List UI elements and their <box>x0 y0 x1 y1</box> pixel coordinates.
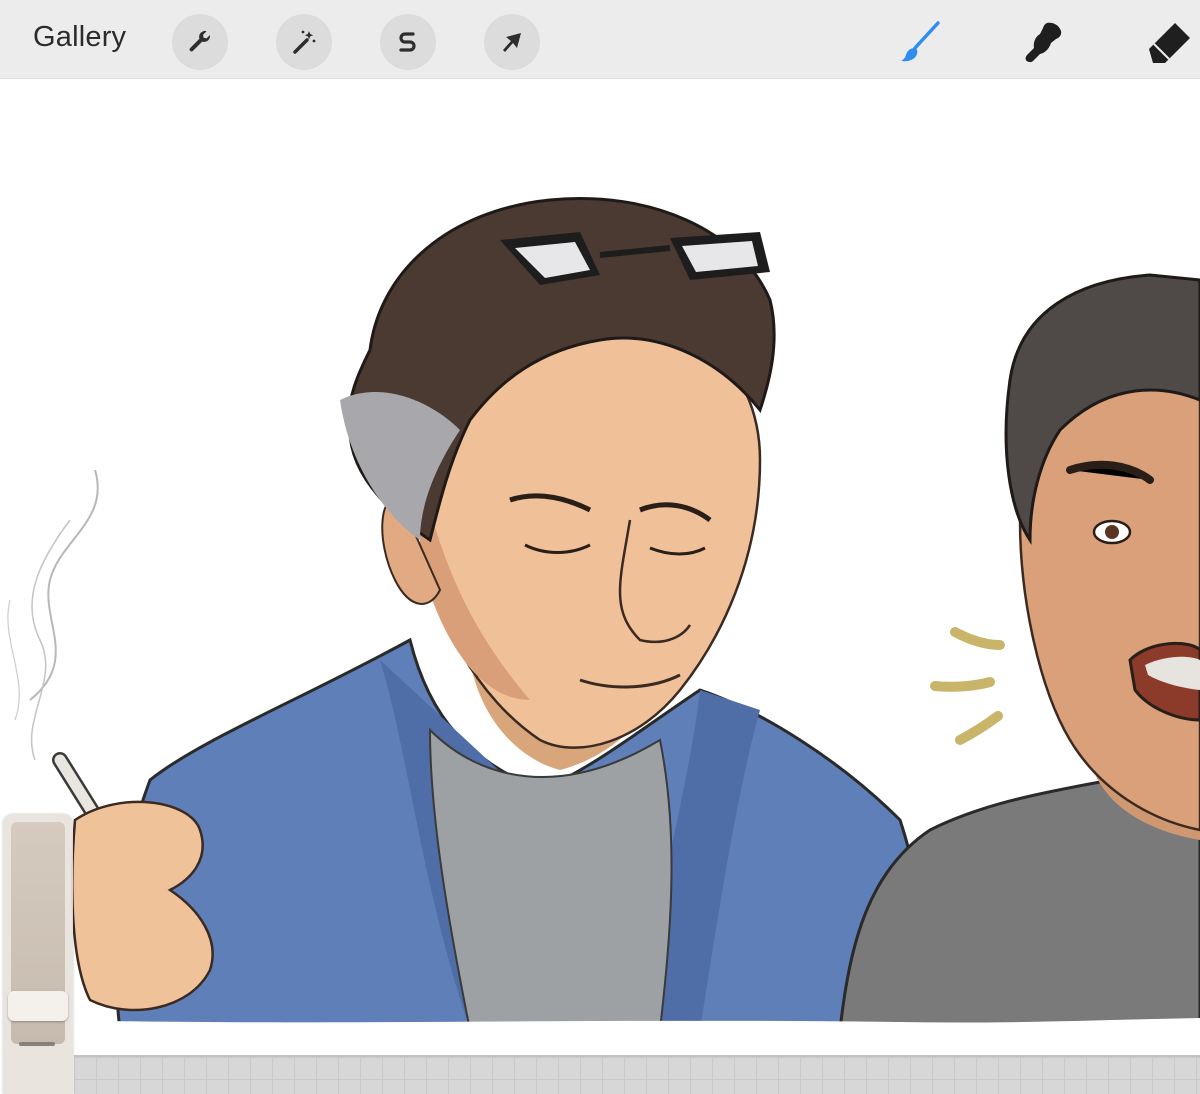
transform-arrow-icon <box>503 33 521 52</box>
modify-button[interactable] <box>19 1042 55 1046</box>
brush-tool-button[interactable] <box>892 14 948 70</box>
wrench-icon <box>189 30 211 52</box>
eraser-icon <box>1149 23 1190 63</box>
adjustments-button[interactable] <box>276 14 332 70</box>
brush-icon <box>901 21 940 62</box>
eraser-tool-button[interactable] <box>1142 14 1198 70</box>
smudge-tool-button[interactable] <box>1016 14 1072 70</box>
actions-button[interactable] <box>172 14 228 70</box>
canvas-grid-strip <box>74 1055 1200 1094</box>
selection-button[interactable] <box>380 14 436 70</box>
magic-wand-icon <box>293 30 316 54</box>
gallery-button[interactable]: Gallery <box>33 21 126 54</box>
canvas-illustration <box>7 197 1200 1094</box>
slider-thumb[interactable] <box>8 991 68 1021</box>
transform-button[interactable] <box>484 14 540 70</box>
smudge-icon <box>1025 22 1062 63</box>
drawing-canvas[interactable] <box>0 79 1200 1094</box>
selection-s-icon <box>399 32 416 52</box>
left-sidebar <box>3 814 73 1094</box>
top-toolbar: Gallery <box>0 0 1200 79</box>
